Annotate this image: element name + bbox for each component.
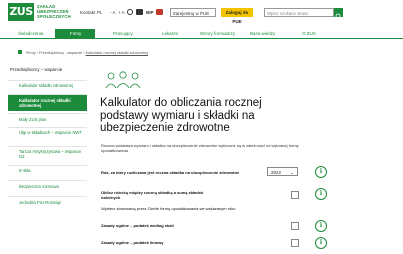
contact-link[interactable]: Kontakt [80,10,95,15]
year-select[interactable]: 2022 ⌄ [267,167,298,176]
sidebar-item[interactable]: Jednolita PIU-Rozwiąż [8,196,87,208]
tax-form-note: Wybierz stosowaną przez Ciebie formę opo… [101,206,236,211]
info-icon[interactable]: i [315,237,327,249]
option-scale-checkbox[interactable] [291,222,299,230]
sidebar-item[interactable]: E-skła [8,165,87,177]
nav-wzory-formularzy[interactable]: Wzory formularzy [200,31,235,36]
difference-checkbox[interactable] [291,191,299,199]
sidebar-item[interactable]: Kalkulator składki zdrowotnej [8,80,87,92]
login-button[interactable]: Zaloguj do PUE [221,8,253,24]
chevron-down-icon: ⌄ [290,170,294,175]
breadcrumb-item[interactable]: Przedsiębiorcy · wsparcie [39,51,82,55]
option-linear-checkbox[interactable] [291,239,299,247]
nav-o-zus[interactable]: O ZUS [302,31,316,36]
breadcrumb-item[interactable]: Firmy [26,51,36,55]
search-icon [335,13,342,20]
sidebar-item[interactable]: Bezpieczna rozmowa [8,180,87,192]
breadcrumb-item: Kalkulator rocznej składki zdrowotnej [85,51,148,55]
sidebar-item-active[interactable]: Kalkulator rocznej składki zdrowotnej [8,94,87,111]
home-icon[interactable] [18,50,22,54]
search-button[interactable] [334,8,343,20]
option-label: Zasady ogólne – podatek według skali [101,223,174,228]
info-icon[interactable]: i [315,220,327,232]
logo-text: ZAKŁAD UBEZPIECZEŃ SPOŁECZNYCH [37,4,71,19]
difference-label: Oblicz różnicę między roczną składką a s… [101,190,204,200]
search-input[interactable]: Wpisz szukane słowo [264,8,334,17]
year-label: Rok, za który rozliczana jest roczna skł… [101,170,240,175]
description: Roczna podstawa wymiaru i składka na ube… [101,143,299,153]
breadcrumb: Firmy › Przedsiębiorcy · wsparcie › Kalk… [18,50,148,55]
pue-register-select[interactable]: Zarejestruj w PUE [170,8,216,17]
sign-language-icon[interactable] [136,9,143,15]
bip-link[interactable]: BIP [146,10,154,15]
contrast-icon[interactable] [127,9,133,15]
zus-logo[interactable]: ZUS [8,3,34,21]
sidebar-heading: Przedsiębiorcy – wsparcie [10,67,63,72]
nav-baza-wiedzy[interactable]: Baza wiedzy [250,31,275,36]
page-title: Kalkulator do obliczania rocznej podstaw… [100,97,262,134]
sidebar-item[interactable]: Ulgi w składkach – wsparcie NWT [8,127,87,144]
language-selector[interactable]: PL [97,10,103,15]
main-nav: Świadczenia Firmy Pracujący Lekarze Wzor… [0,29,403,39]
people-icon [105,71,141,89]
sidebar-item[interactable]: Mały ZUS plus [8,113,87,125]
nav-lekarze[interactable]: Lekarze [162,31,178,36]
sidebar-item[interactable]: Tarcza Antykryzysowa – wsparcie DZ [8,146,87,163]
font-increase[interactable]: + A [118,10,125,15]
nav-swiadczenia[interactable]: Świadczenia [18,31,43,36]
accessibility-icon[interactable] [156,9,163,15]
nav-pracujacy[interactable]: Pracujący [113,31,133,36]
top-bar: ZUS ZAKŁAD UBEZPIECZEŃ SPOŁECZNYCH Konta… [0,0,403,27]
option-label: Zasady ogólne – podatek liniowy [101,240,164,245]
info-icon[interactable]: i [315,188,327,200]
nav-firmy[interactable]: Firmy [70,31,81,36]
font-decrease[interactable]: - A [110,10,116,15]
info-icon[interactable]: i [315,166,327,178]
